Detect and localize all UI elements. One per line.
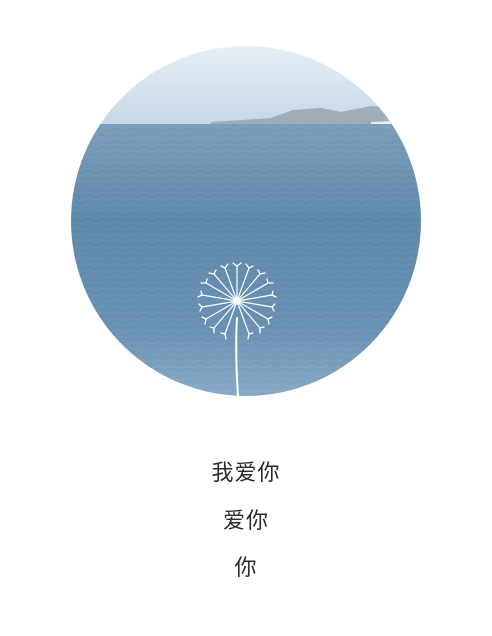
page: 我爱你 爱你 你 bbox=[0, 0, 492, 636]
sea-photo-circle bbox=[71, 46, 421, 396]
poem-line-1: 我爱你 bbox=[211, 461, 281, 486]
poem-line-2: 爱你 bbox=[222, 509, 269, 534]
poem-line-3: 你 bbox=[234, 556, 258, 581]
